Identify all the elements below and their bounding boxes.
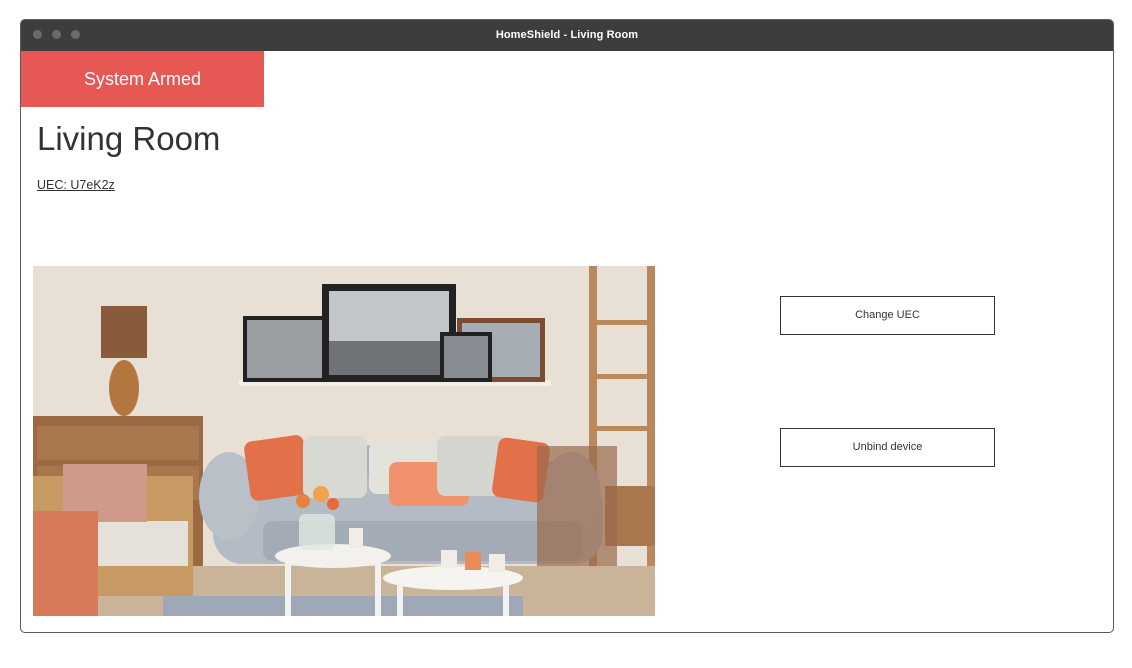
uec-link[interactable]: UEC: U7eK2z — [37, 178, 115, 192]
window-title: HomeShield - Living Room — [495, 29, 639, 41]
page-title: Living Room — [37, 120, 221, 157]
change-uec-button[interactable]: Change UEC — [780, 296, 995, 335]
app-window: HomeShield - Living Room System Armed Li… — [20, 19, 1114, 633]
unbind-device-button[interactable]: Unbind device — [780, 428, 995, 467]
system-armed-badge: System Armed — [21, 51, 264, 107]
room-photo-illustration — [33, 266, 655, 616]
title-bar: HomeShield - Living Room — [21, 20, 1113, 51]
room-photo — [33, 266, 655, 616]
